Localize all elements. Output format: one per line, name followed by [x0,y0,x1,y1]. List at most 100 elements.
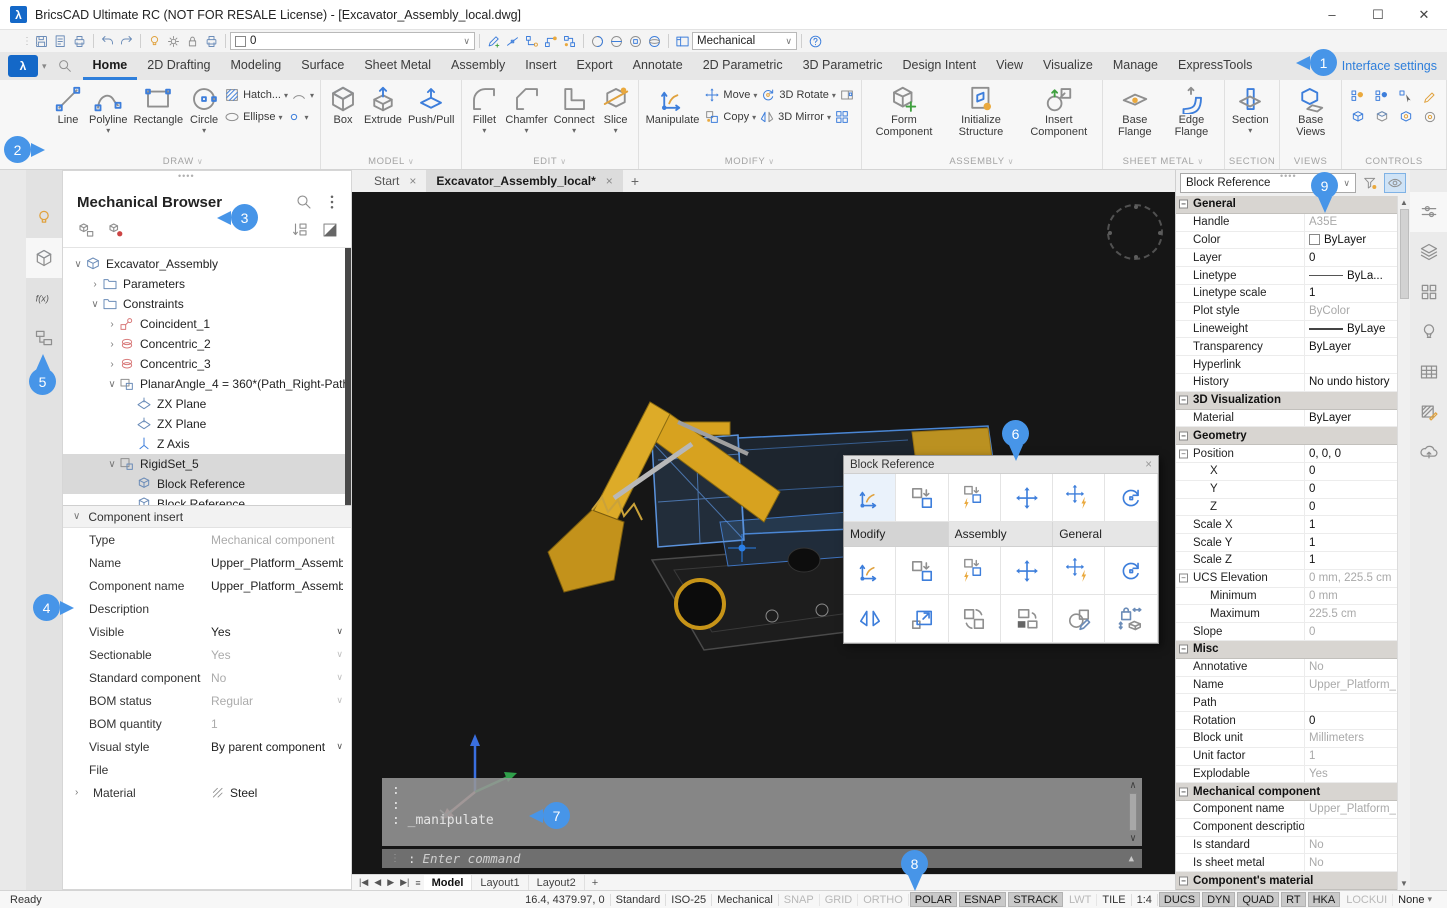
chevron-right-icon[interactable]: › [75,787,89,798]
property-row[interactable]: Standard componentNo∨ [63,666,351,689]
tree-item[interactable]: ZX Plane [63,394,351,414]
property-value[interactable]: No undo history [1304,374,1397,391]
grid-sm-icon[interactable] [834,109,850,125]
tree-item[interactable]: ∨PlanarAngle_4 = 360*(Path_Right-Path_Le [63,374,351,394]
property-row[interactable]: X0 [1176,463,1397,481]
tree-scrollbar[interactable] [345,248,351,505]
orbit-d-button[interactable] [645,32,664,50]
tree-item[interactable]: Block Reference [63,474,351,494]
chevron-down-icon[interactable]: ∨ [336,626,343,637]
chevron-down-icon[interactable]: ∨ [336,649,343,660]
tree-item[interactable]: Block Reference [63,494,351,506]
quad-button-q-rotcopy[interactable] [949,595,1001,643]
ellipse-button[interactable]: Ellipse [243,111,275,123]
chevron-right-icon[interactable]: › [105,359,119,370]
fillet-button[interactable]: Fillet▾ [466,83,502,137]
chevron-right-icon[interactable]: › [105,319,119,330]
chevron-down-icon[interactable]: ∨ [336,695,343,706]
status-polar[interactable]: POLAR [910,892,957,907]
scroll-down-icon[interactable]: ▼ [1400,879,1408,888]
tab-surface[interactable]: Surface [291,52,354,80]
box-button[interactable]: Box [325,83,361,127]
chevron-down-icon[interactable]: ▾ [827,113,831,122]
document-tab[interactable]: Start× [364,170,426,192]
tab-2d-parametric[interactable]: 2D Parametric [693,52,793,80]
property-value[interactable]: A35E [1304,214,1397,231]
tree-item[interactable]: ›Parameters [63,274,351,294]
scroll-up-icon[interactable]: ▲ [1400,198,1408,207]
property-value[interactable]: ByLayer [1304,338,1397,355]
property-value[interactable]: ByLayer [1304,410,1397,427]
collapse-icon[interactable]: − [1179,787,1188,796]
status-snap[interactable]: SNAP [779,894,820,906]
tree-item[interactable]: ›Concentric_2 [63,334,351,354]
circle-button[interactable]: Circle▾ [186,83,222,137]
tab-2d-drafting[interactable]: 2D Drafting [137,52,220,80]
ctrl-cube2-icon[interactable] [1374,109,1390,125]
edge-flange-button[interactable]: Edge Flange [1163,83,1220,139]
arc-icon[interactable] [291,87,307,103]
bulb-button[interactable] [145,32,164,50]
property-value[interactable]: By parent component [211,740,336,754]
property-row[interactable]: BOM quantity1 [63,712,351,735]
move-button[interactable]: Move [723,89,750,101]
property-row[interactable]: Maximum225.5 cm [1176,605,1397,623]
property-row[interactable]: Linetype scale1 [1176,285,1397,303]
orbit-c-button[interactable] [626,32,645,50]
layout-tab-layout1[interactable]: Layout1 [472,875,528,891]
status-ortho[interactable]: ORTHO [858,894,909,906]
filter-button[interactable] [1359,173,1381,193]
ctrl-cursor-icon[interactable] [1398,89,1414,105]
property-section-header[interactable]: Misc− [1176,641,1397,659]
quad-group-modify[interactable]: Modify [844,522,949,546]
layer-dropdown[interactable]: 0∨ [230,32,475,50]
property-row[interactable]: Rotation0 [1176,712,1397,730]
status-lockui[interactable]: LOCKUI [1341,894,1393,906]
tree-item[interactable]: Z Axis [63,434,351,454]
collapse-icon[interactable]: − [1179,200,1188,209]
chevron-down-icon[interactable]: ▾ [752,113,756,122]
tab-export[interactable]: Export [567,52,623,80]
property-row[interactable]: Hyperlink [1176,356,1397,374]
quad-button-q-move[interactable] [1001,474,1053,522]
status-grid[interactable]: GRID [820,894,859,906]
property-value[interactable] [1304,356,1397,373]
property-value[interactable]: Mechanical component [211,533,343,547]
splitter-grip[interactable]: •••• [1280,171,1297,181]
property-row[interactable]: −Position0, 0, 0 [1176,445,1397,463]
quad-button-q-lockbox[interactable] [1105,595,1157,643]
layout-nav-button[interactable]: ▶| [397,877,412,888]
chevron-right-icon[interactable]: › [88,279,102,290]
property-value[interactable]: 0 [1304,481,1397,498]
expand-command-icon[interactable]: ▲ [1129,854,1134,864]
command-grip[interactable]: ⋮ [390,853,401,864]
comp-hide-icon[interactable] [107,221,125,239]
layout-tab-model[interactable]: Model [424,875,473,891]
layout-nav-button[interactable]: ≡ [412,878,423,888]
tab-sheet-metal[interactable]: Sheet Metal [354,52,441,80]
property-value[interactable]: 0 [1304,499,1397,516]
sidebar-item-structure[interactable] [26,318,62,358]
slice-button[interactable]: Slice▾ [598,83,634,137]
chevron-down-icon[interactable]: ∨ [336,741,343,752]
layout-nav-button[interactable]: |◀ [356,877,371,888]
property-row[interactable]: Layer0 [1176,249,1397,267]
insert-component-button[interactable]: Insert Component [1020,83,1098,139]
chamfer-button[interactable]: Chamfer▾ [502,83,550,137]
tab-expresstools[interactable]: ExpressTools [1168,52,1262,80]
property-value[interactable]: Millimeters [1304,730,1397,747]
manipulate-button[interactable]: Manipulate [643,83,703,127]
property-value[interactable]: ByColor [1304,303,1397,320]
help-button[interactable] [806,32,825,50]
property-row[interactable]: MaterialByLayer [1176,410,1397,428]
property-row[interactable]: ColorByLayer [1176,232,1397,250]
property-row[interactable]: Block unitMillimeters [1176,730,1397,748]
property-value[interactable]: Regular [211,694,336,708]
hatch--button[interactable]: Hatch... [243,89,281,101]
quad-button-q-paste[interactable] [1001,595,1053,643]
property-row[interactable]: Scale Z1 [1176,552,1397,570]
property-row[interactable]: File [63,758,351,781]
snap-b-button[interactable] [522,32,541,50]
property-row[interactable]: VisibleYes∨ [63,620,351,643]
copy-icon[interactable] [704,109,720,125]
